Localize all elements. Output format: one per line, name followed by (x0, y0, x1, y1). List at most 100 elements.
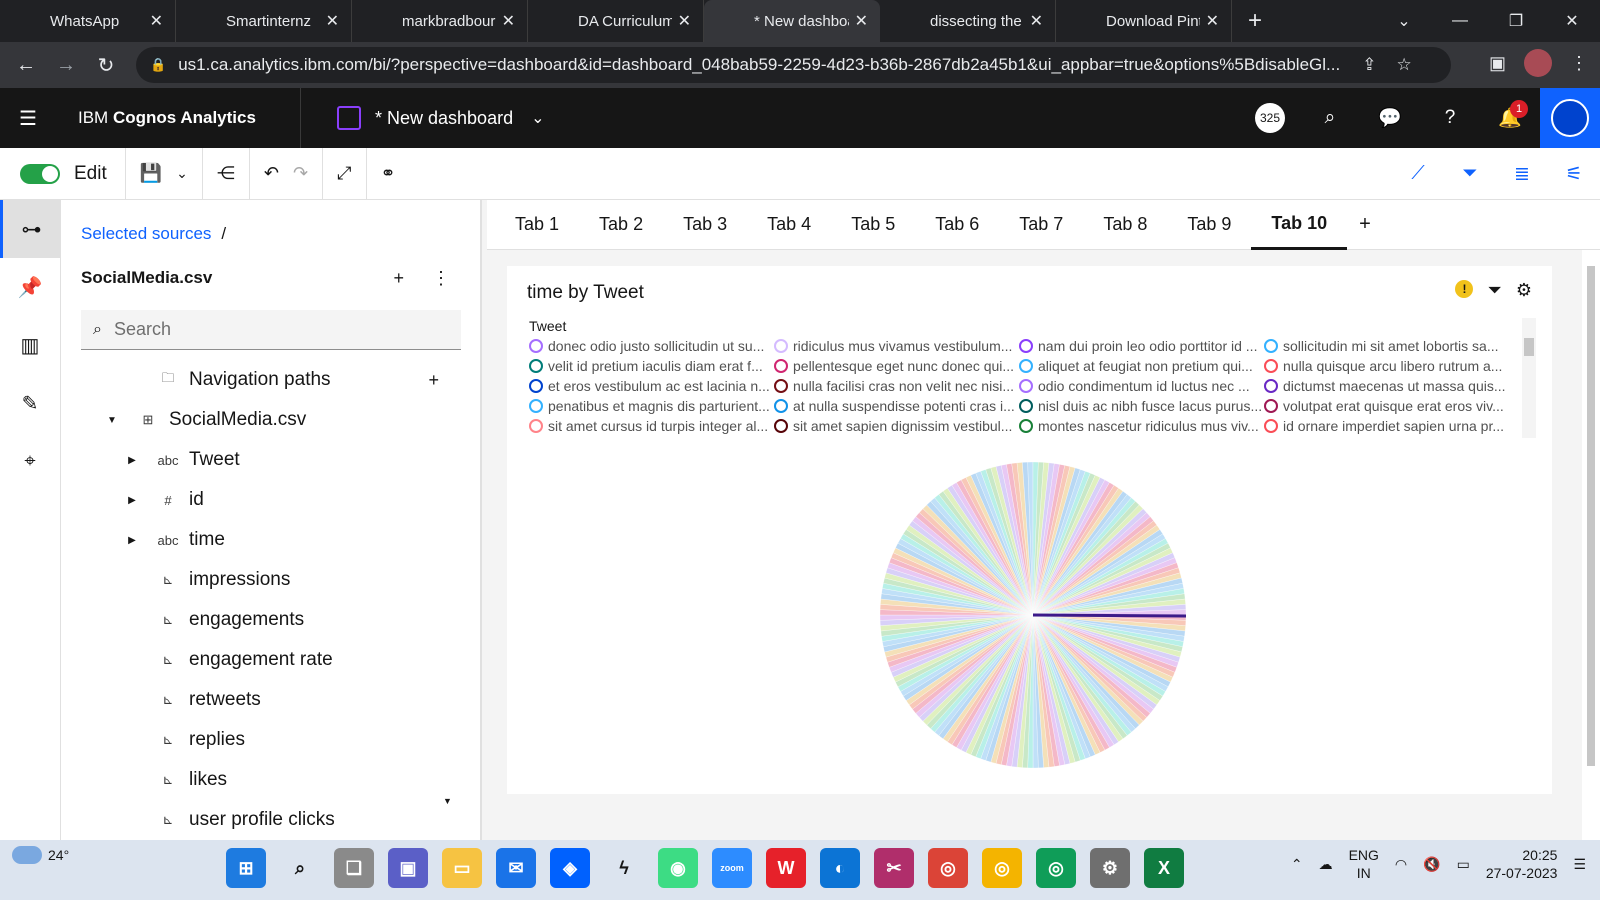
search-icon[interactable]: ⌕ (1300, 107, 1360, 129)
share-icon[interactable]: ⇪ (1362, 55, 1376, 75)
side-panel-icon[interactable]: ▣ (1489, 53, 1506, 74)
browser-tab[interactable]: * New dashboa ✕ (704, 0, 880, 42)
onedrive-icon[interactable]: ☁ (1319, 856, 1333, 873)
close-tab-icon[interactable]: ✕ (1206, 11, 1219, 31)
save-dropdown-icon[interactable]: ⌄ (176, 165, 188, 182)
pie-chart-widget[interactable]: time by Tweet ! ⏷ ⚙ Tweet donec odio jus… (507, 266, 1552, 794)
tree-item[interactable]: ⊾ likes (61, 760, 451, 800)
legend-item[interactable]: nulla facilisi cras non velit nec nisi..… (774, 377, 1019, 394)
bookmark-star-icon[interactable]: ☆ (1396, 55, 1411, 75)
notification-center-icon[interactable]: ☰ (1573, 856, 1586, 873)
chrome-active-icon[interactable]: ◎ (1036, 848, 1076, 888)
count-badge-button[interactable]: 325 (1240, 103, 1300, 133)
search-input[interactable]: ⌕ Search (81, 310, 461, 350)
chrome-icon[interactable]: ◎ (982, 848, 1022, 888)
file-explorer-icon[interactable]: ▭ (442, 848, 482, 888)
canvas-scroll-thumb[interactable] (1587, 266, 1595, 766)
help-icon[interactable]: ? (1420, 107, 1480, 129)
excel-icon[interactable]: X (1144, 848, 1184, 888)
add-tab-button[interactable]: + (1359, 213, 1371, 236)
tab-1[interactable]: Tab 1 (495, 200, 579, 250)
wps-office-icon[interactable]: W (766, 848, 806, 888)
legend-item[interactable]: sit amet cursus id turpis integer al... (529, 417, 774, 434)
tab-2[interactable]: Tab 2 (579, 200, 663, 250)
browser-tab[interactable]: Download Pint ✕ (1056, 0, 1232, 42)
browser-tab[interactable]: markbradbourn ✕ (352, 0, 528, 42)
edit-toggle[interactable] (20, 163, 60, 184)
legend-item[interactable]: id ornare imperdiet sapien urna pr... (1264, 417, 1509, 434)
tree-item[interactable]: ▶ # id (61, 480, 451, 520)
legend-item[interactable]: odio condimentum id luctus nec ... (1019, 377, 1264, 394)
fullscreen-button[interactable]: ⤢ (322, 147, 365, 200)
wifi-icon[interactable]: ◠ (1395, 856, 1407, 873)
notifications-icon[interactable]: 🔔 1 (1480, 100, 1540, 130)
mail-icon[interactable]: ✉ (496, 848, 536, 888)
tab-9[interactable]: Tab 9 (1167, 200, 1251, 250)
start-icon[interactable]: ⊞ (226, 848, 266, 888)
legend-scroll-thumb[interactable] (1524, 338, 1534, 356)
settings-icon[interactable]: ⚙ (1516, 280, 1532, 301)
forward-icon[interactable]: → (46, 54, 86, 77)
save-icon[interactable]: 💾 (140, 163, 162, 184)
tree-item[interactable]: ⊾ replies (61, 720, 451, 760)
tree-item[interactable]: ⊾ engagements (61, 600, 451, 640)
legend-item[interactable]: et eros vestibulum ac est lacinia n... (529, 377, 774, 394)
language-indicator[interactable]: ENG IN (1349, 846, 1379, 882)
weather-widget[interactable]: 24° (12, 846, 69, 864)
legend-item[interactable]: pellentesque eget nunc donec qui... (774, 357, 1019, 374)
volume-muted-icon[interactable]: 🔇 (1423, 856, 1440, 873)
legend-item[interactable]: ridiculus mus vivamus vestibulum... (774, 337, 1019, 354)
legend-item[interactable]: velit id pretium iaculis diam erat f... (529, 357, 774, 374)
canvas-scrollbar[interactable] (1582, 250, 1600, 840)
browser-tab[interactable]: WhatsApp ✕ (0, 0, 176, 42)
close-tab-icon[interactable]: ✕ (855, 11, 868, 31)
selected-pie-slice[interactable] (1032, 613, 1187, 618)
close-window-icon[interactable]: ✕ (1544, 11, 1600, 31)
legend-item[interactable]: volutpat erat quisque erat eros viv... (1264, 397, 1509, 414)
widgets-rail-icon[interactable]: ✎ (0, 374, 60, 432)
tree-item[interactable]: ⊾ impressions (61, 560, 451, 600)
filter-icon[interactable]: ⏷ (1487, 280, 1501, 301)
relationships-button[interactable]: ⚭ (365, 147, 410, 200)
tab-6[interactable]: Tab 6 (915, 200, 999, 250)
restore-icon[interactable]: ❐ (1488, 11, 1544, 31)
browser-tab[interactable]: DA Curriculum ✕ (528, 0, 704, 42)
tab-10[interactable]: Tab 10 (1251, 200, 1348, 250)
battery-icon[interactable]: ▭ (1457, 856, 1470, 873)
legend-item[interactable]: sollicitudin mi sit amet lobortis sa... (1264, 337, 1509, 354)
new-tab-icon[interactable]: + (1248, 7, 1262, 35)
lightning-app-icon[interactable]: ϟ (604, 848, 644, 888)
undo-icon[interactable]: ↶ (264, 163, 279, 184)
tree-item[interactable]: ⊾ user profile clicks (61, 800, 451, 840)
profile-avatar[interactable] (1524, 49, 1552, 77)
chat-icon[interactable]: 💬 (1360, 106, 1420, 130)
pie-chart[interactable] (878, 460, 1188, 770)
add-navigation-path-icon[interactable]: + (428, 370, 439, 391)
visualizations-rail-icon[interactable]: ▥ (0, 316, 60, 374)
scroll-down-icon[interactable]: ▼ (443, 796, 452, 806)
tree-item[interactable]: ▼ ⊞ SocialMedia.csv (61, 400, 451, 440)
filter-icon[interactable]: ⏷ (1444, 163, 1496, 185)
expand-arrow-icon[interactable]: ▶ (125, 535, 139, 546)
hamburger-menu-icon[interactable]: ☰ (0, 106, 56, 131)
tree-item[interactable]: ▶ abc time (61, 520, 451, 560)
clock[interactable]: 20:25 27-07-2023 (1486, 846, 1558, 882)
task-view-icon[interactable]: ❑ (334, 848, 374, 888)
expand-arrow-icon[interactable]: ▶ (125, 455, 139, 466)
reload-icon[interactable]: ↻ (86, 53, 126, 78)
browser-tab[interactable]: dissecting the ✕ (880, 0, 1056, 42)
tree-item[interactable]: 🗀 Navigation paths + (61, 360, 451, 400)
chevron-down-icon[interactable]: ⌄ (531, 108, 544, 128)
close-tab-icon[interactable]: ✕ (502, 11, 515, 31)
search-taskbar-icon[interactable]: ⌕ (280, 848, 320, 888)
settings-app-icon[interactable]: ⚙ (1090, 848, 1130, 888)
add-source-icon[interactable]: + (393, 268, 404, 289)
tree-item[interactable]: ⊾ retweets (61, 680, 451, 720)
back-icon[interactable]: ← (6, 54, 46, 77)
breadcrumb-selected-sources[interactable]: Selected sources (81, 224, 211, 243)
expand-arrow-icon[interactable]: ▶ (125, 495, 139, 506)
zoom-icon[interactable]: zoom (712, 848, 752, 888)
tab-list-icon[interactable]: ⌄ (1376, 11, 1432, 31)
legend-item[interactable]: at nulla suspendisse potenti cras i... (774, 397, 1019, 414)
insights-icon[interactable]: ⟋ (1392, 163, 1444, 185)
